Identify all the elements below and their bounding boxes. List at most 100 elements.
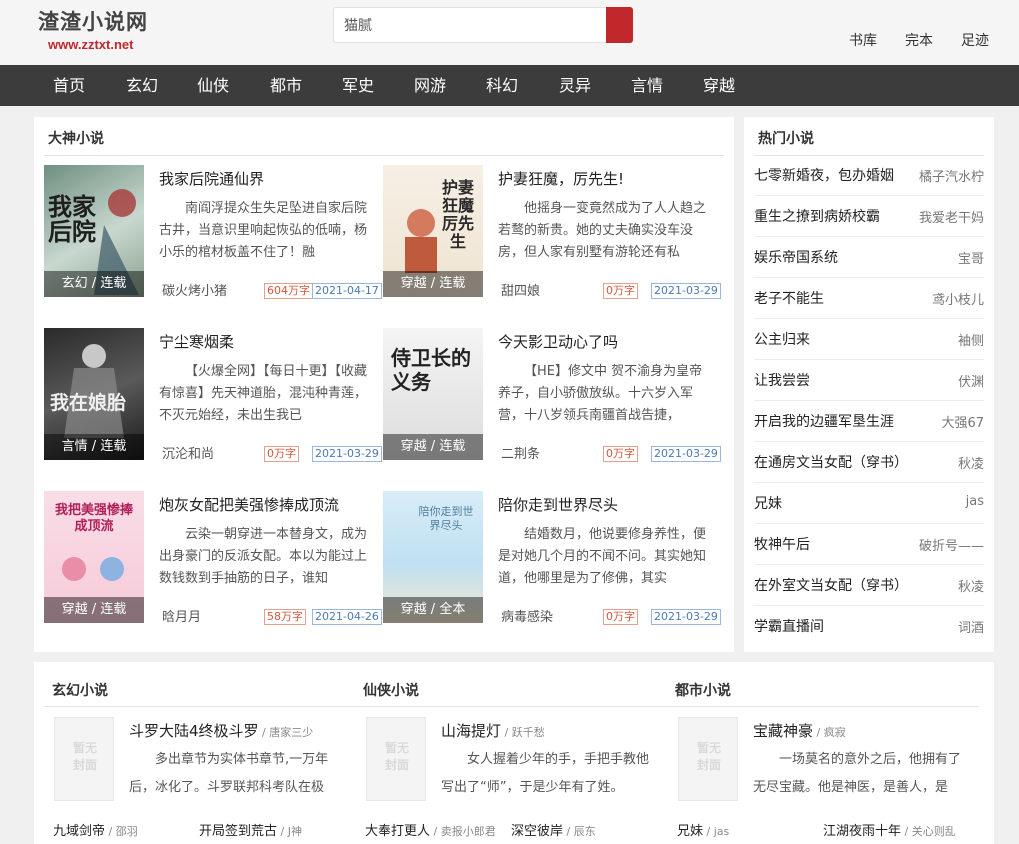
book-author: 疯寂 [823, 726, 846, 739]
hot-item-author: 伏渊 [957, 375, 984, 390]
book-cover[interactable]: 护妻狂魔 厉先生 穿越 / 连载 [383, 165, 483, 297]
book-cover[interactable]: 我把美强惨捧成顶流 穿越 / 连载 [44, 491, 144, 623]
hot-item-author: 破折号—— [918, 539, 984, 554]
header: 渣渣小说网 www.zztxt.net 书库 完本 足迹 [0, 0, 1019, 65]
hot-item-title[interactable]: 在通房文当女配（穿书） [754, 452, 908, 472]
hot-item-title[interactable]: 开启我的边疆军垦生涯 [754, 411, 894, 431]
hot-item-title[interactable]: 兄妹 [754, 493, 782, 513]
book-card[interactable]: 我在娘胎 言情 / 连载 宁尘寒烟柔 【火爆全网】【每日十更】【收藏有惊喜】先天… [44, 328, 382, 462]
cover-text: 我把美强惨捧成顶流 [54, 503, 133, 534]
hot-item-title[interactable]: 老子不能生 [754, 288, 824, 308]
hot-item-title[interactable]: 在外室文当女配（穿书） [754, 575, 908, 595]
book-title[interactable]: 山海提灯 [441, 722, 501, 740]
hot-item[interactable]: 让我尝尝 伏渊 [754, 360, 984, 401]
nav-yanqing[interactable]: 言情 [631, 65, 663, 106]
link-title[interactable]: 开局签到荒古 [199, 824, 277, 839]
book-cover[interactable]: 陪你走到世界尽头 穿越 / 全本 [383, 491, 483, 623]
category-link[interactable]: 大奉打更人 / 卖报小郎君 [365, 820, 496, 839]
book-cover[interactable]: 我在娘胎 言情 / 连载 [44, 328, 144, 460]
book-title[interactable]: 炮灰女配把美强惨捧成顶流 [159, 494, 339, 515]
date-badge: 2021-03-29 [312, 446, 382, 462]
category-link[interactable]: 九域剑帝 / 邵羽 [53, 820, 138, 839]
hot-item[interactable]: 兄妹 jas [754, 483, 984, 524]
book-card[interactable]: 我家后院 玄幻 / 连载 我家后院通仙界 南阎浮提众生失足坠进自家后院古井，当意… [44, 165, 382, 299]
book-desc: 多出章节为实体书章节,一万年后，冰化了。斗罗联邦科考队在极 [129, 752, 329, 795]
book-cover[interactable]: 暂无封面 [54, 717, 114, 801]
category-book[interactable]: 宝藏神豪 / 疯寂 [753, 720, 846, 741]
category-book[interactable]: 山海提灯 / 跃千愁 [441, 720, 545, 741]
hot-item-author: 橘子汽水柠 [918, 170, 984, 185]
hot-item-title[interactable]: 娱乐帝国系统 [754, 247, 838, 267]
hot-item[interactable]: 七零新婚夜，包办婚姻 橘子汽水柠 [754, 155, 984, 196]
nav-xianxia[interactable]: 仙侠 [197, 65, 229, 106]
book-card[interactable]: 侍卫长的义务 穿越 / 连载 今天影卫动心了吗 【HE】修文中 贺不渝身为皇帝养… [383, 328, 721, 462]
book-cover[interactable]: 我家后院 玄幻 / 连载 [44, 165, 144, 297]
featured-title: 大神小说 [48, 131, 104, 147]
hot-item[interactable]: 学霸直播间 词酒 [754, 606, 984, 647]
link-title[interactable]: 江湖夜雨十年 [823, 824, 901, 839]
book-card[interactable]: 护妻狂魔 厉先生 穿越 / 连载 护妻狂魔，厉先生! 他摇身一变竟然成为了人人趋… [383, 165, 721, 299]
book-title[interactable]: 护妻狂魔，厉先生! [498, 168, 624, 189]
hot-item[interactable]: 在外室文当女配（穿书） 秋凌 [754, 565, 984, 606]
book-author: 碳火烤小猪 [162, 284, 228, 299]
search-button[interactable] [606, 7, 633, 43]
link-title[interactable]: 九域剑帝 [53, 824, 105, 839]
hot-item-title[interactable]: 牧神午后 [754, 534, 810, 554]
nav-chuanyue[interactable]: 穿越 [703, 65, 735, 106]
link-author: jas [713, 825, 730, 838]
link-completed[interactable]: 完本 [905, 30, 933, 50]
book-card[interactable]: 陪你走到世界尽头 穿越 / 全本 陪你走到世界尽头 结婚数月，他说要修身养性，便… [383, 491, 721, 625]
book-title[interactable]: 斗罗大陆4终极斗罗 [129, 722, 259, 740]
category-link[interactable]: 江湖夜雨十年 / 关心则乱 [823, 820, 956, 839]
book-cover[interactable]: 暂无封面 [366, 717, 426, 801]
hot-item[interactable]: 开启我的边疆军垦生涯 大强67 [754, 401, 984, 442]
category-link[interactable]: 深空彼岸 / 辰东 [511, 820, 596, 839]
book-title[interactable]: 宁尘寒烟柔 [159, 331, 234, 352]
nav-wangyou[interactable]: 网游 [414, 65, 446, 106]
category-link[interactable]: 开局签到荒古 / J神 [199, 820, 302, 839]
hot-item[interactable]: 公主归来 袖侧 [754, 319, 984, 360]
book-title[interactable]: 今天影卫动心了吗 [498, 331, 618, 352]
nav-junshi[interactable]: 军史 [342, 65, 374, 106]
cover-tag: 玄幻 / 连载 [44, 271, 144, 297]
link-title[interactable]: 深空彼岸 [511, 824, 563, 839]
word-count-badge: 58万字 [264, 609, 306, 625]
hot-item-title[interactable]: 重生之撩到病娇校霸 [754, 206, 880, 226]
book-title[interactable]: 陪你走到世界尽头 [498, 494, 618, 515]
hot-item[interactable]: 牧神午后 破折号—— [754, 524, 984, 565]
category-panel: 玄幻小说 暂无封面 斗罗大陆4终极斗罗 / 唐家三少 多出章节为实体书章节,一万… [34, 662, 994, 844]
hot-item[interactable]: 老子不能生 鸢小枝儿 [754, 278, 984, 319]
hot-item-title[interactable]: 七零新婚夜，包办婚姻 [754, 165, 894, 185]
link-title[interactable]: 大奉打更人 [365, 824, 430, 839]
category-title: 都市小说 [675, 683, 731, 699]
hot-item[interactable]: 娱乐帝国系统 宝哥 [754, 237, 984, 278]
word-count-badge: 604万字 [264, 283, 313, 299]
hot-item-title[interactable]: 让我尝尝 [754, 370, 810, 390]
site-logo[interactable]: 渣渣小说网 www.zztxt.net [38, 6, 148, 52]
word-count-badge: 0万字 [603, 283, 638, 299]
category-link[interactable]: 兄妹 / jas [677, 820, 729, 839]
nav-xuanhuan[interactable]: 玄幻 [126, 65, 158, 106]
hot-item[interactable]: 重生之撩到病娇校霸 我爱老干妈 [754, 196, 984, 237]
hot-item[interactable]: 在通房文当女配（穿书） 秋凌 [754, 442, 984, 483]
nav-kehuan[interactable]: 科幻 [486, 65, 518, 106]
nav-dushi[interactable]: 都市 [270, 65, 302, 106]
hot-item-title[interactable]: 学霸直播间 [754, 616, 824, 636]
book-cover[interactable]: 侍卫长的义务 穿越 / 连载 [383, 328, 483, 460]
book-card[interactable]: 我把美强惨捧成顶流 穿越 / 连载 炮灰女配把美强惨捧成顶流 云染一朝穿进一本替… [44, 491, 382, 625]
nav-home[interactable]: 首页 [53, 65, 85, 106]
date-badge: 2021-03-29 [651, 283, 721, 299]
book-title[interactable]: 我家后院通仙界 [159, 168, 264, 189]
hot-item-title[interactable]: 公主归来 [754, 329, 810, 349]
link-library[interactable]: 书库 [849, 30, 877, 50]
book-desc: 南阎浮提众生失足坠进自家后院古井，当意识里响起恢弘的低喃，杨小乐的棺材板盖不住了… [159, 201, 368, 260]
hot-item-author: 宝哥 [957, 252, 984, 267]
book-desc: 女人握着少年的手，手把手教他写出了“师”，于是少年有了姓。 [441, 752, 650, 795]
link-title[interactable]: 兄妹 [677, 824, 703, 839]
search-input[interactable] [334, 8, 606, 42]
category-book[interactable]: 斗罗大陆4终极斗罗 / 唐家三少 [129, 720, 313, 741]
nav-lingyi[interactable]: 灵异 [559, 65, 591, 106]
book-cover[interactable]: 暂无封面 [678, 717, 738, 801]
book-title[interactable]: 宝藏神豪 [753, 722, 813, 740]
link-history[interactable]: 足迹 [961, 30, 989, 50]
